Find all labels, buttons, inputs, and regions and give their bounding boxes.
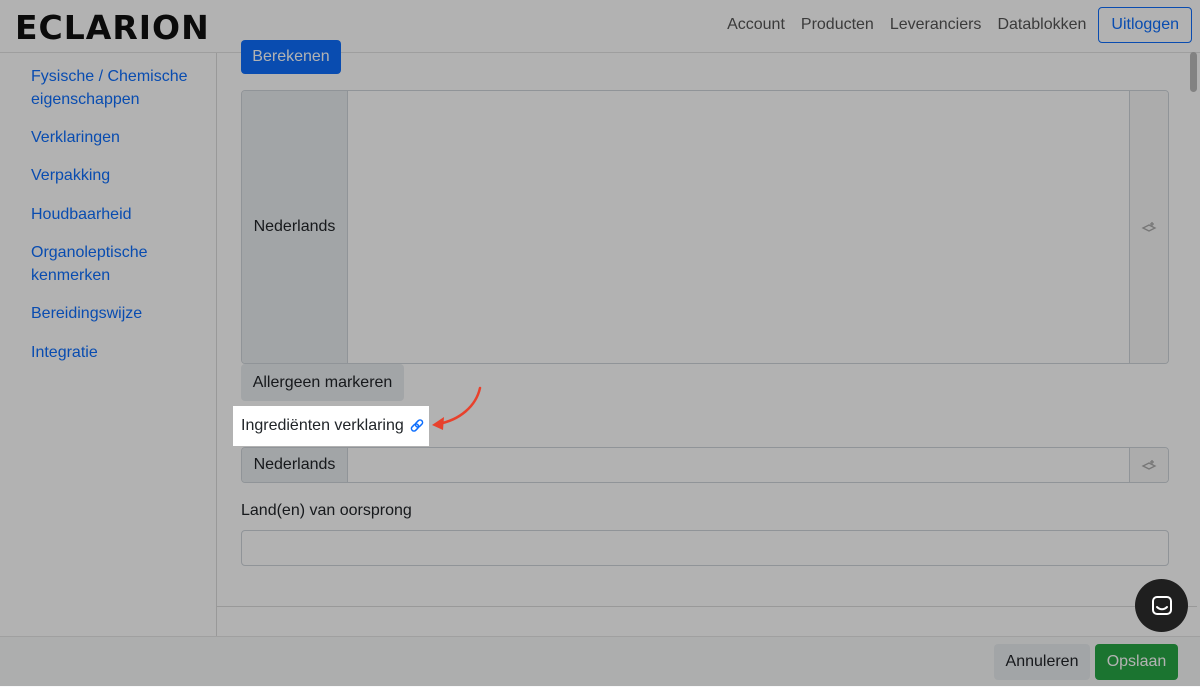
dim-overlay	[0, 0, 1200, 686]
ingredient-label-highlight: Ingrediënten verklaring	[233, 406, 429, 446]
chat-icon	[1151, 595, 1172, 615]
chat-launcher-button[interactable]	[1135, 579, 1188, 632]
annotation-arrow	[432, 386, 482, 430]
ingredient-label: Ingrediënten verklaring	[241, 417, 404, 434]
link-icon[interactable]	[409, 418, 425, 434]
